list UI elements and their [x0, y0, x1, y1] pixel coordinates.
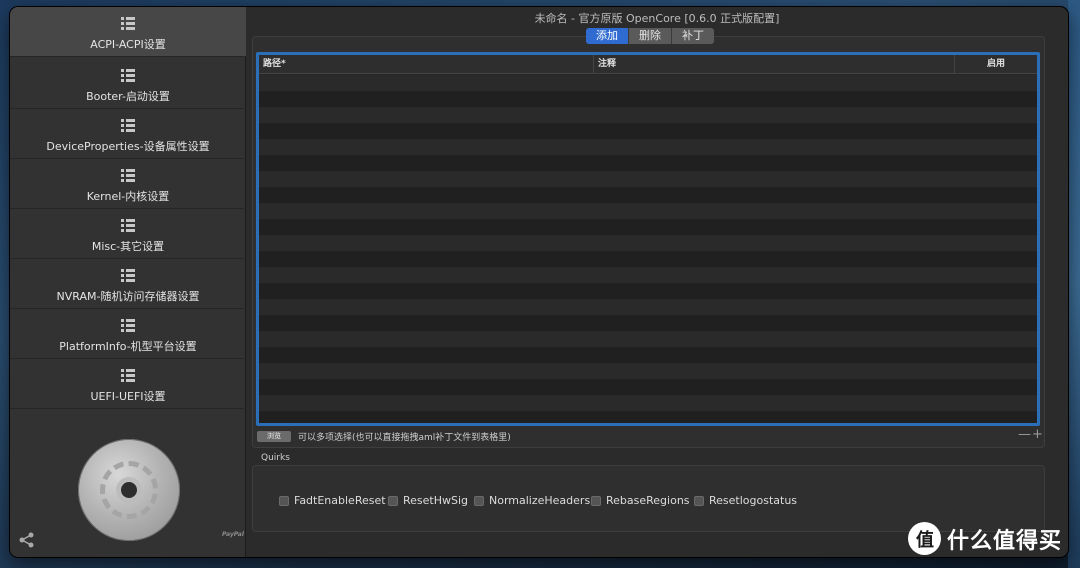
browse-button[interactable]: 浏览 [257, 431, 291, 442]
quirk-resetlogostatus[interactable]: Resetlogostatus [694, 494, 797, 507]
checkbox[interactable] [694, 495, 704, 506]
sidebar-item-acpi[interactable]: ACPI-ACPI设置 [10, 7, 246, 57]
sidebar-item-label: PlatformInfo-机型平台设置 [59, 340, 197, 353]
sidebar-item-label: Booter-启动设置 [86, 90, 170, 103]
quirk-resethwsig[interactable]: ResetHwSig [388, 494, 468, 507]
sidebar-item-nvram[interactable]: NVRAM-随机访问存储器设置 [10, 259, 246, 309]
table-rows[interactable] [259, 75, 1037, 423]
sidebar-item-deviceproperties[interactable]: DeviceProperties-设备属性设置 [10, 109, 246, 159]
quirk-rebaseregions[interactable]: RebaseRegions [591, 494, 690, 507]
quirk-label: FadtEnableReset [294, 494, 386, 507]
list-icon [121, 219, 135, 232]
opencore-logo [78, 439, 180, 541]
acpi-add-table[interactable]: 路径* 注释 启用 [256, 52, 1040, 426]
list-icon [121, 369, 135, 382]
column-header-comment[interactable]: 注释 [593, 55, 616, 74]
sidebar-item-label: DeviceProperties-设备属性设置 [46, 140, 210, 153]
quirks-title: Quirks [261, 453, 290, 463]
sidebar-item-label: Kernel-内核设置 [86, 190, 170, 203]
column-header-path[interactable]: 路径* [263, 55, 286, 74]
sidebar-item-label: UEFI-UEFI设置 [90, 390, 166, 403]
tab-add[interactable]: 添加 [586, 28, 629, 44]
share-icon[interactable] [18, 531, 36, 549]
quirk-label: Resetlogostatus [709, 494, 798, 507]
quirk-normalizeheaders[interactable]: NormalizeHeaders [474, 494, 590, 507]
column-header-enabled[interactable]: 启用 [954, 55, 1037, 74]
sidebar-item-label: ACPI-ACPI设置 [90, 38, 166, 51]
watermark: 值 什么值得买 [908, 522, 1062, 555]
quirk-label: ResetHwSig [403, 494, 469, 507]
sidebar-item-kernel[interactable]: Kernel-内核设置 [10, 159, 246, 209]
list-icon [121, 169, 135, 182]
checkbox[interactable] [388, 495, 398, 506]
list-icon [121, 69, 135, 82]
list-icon [121, 17, 135, 30]
add-remove-row-buttons[interactable]: —+ [1018, 427, 1044, 442]
checkbox[interactable] [591, 495, 601, 506]
checkbox[interactable] [474, 495, 484, 506]
segmented-control: 添加 删除 补丁 [586, 28, 714, 44]
list-icon [121, 119, 135, 132]
sidebar-item-misc[interactable]: Misc-其它设置 [10, 209, 246, 259]
sidebar-item-label: Misc-其它设置 [91, 240, 165, 253]
table-header: 路径* 注释 启用 [259, 55, 1037, 74]
quirk-label: RebaseRegions [606, 494, 690, 507]
drag-hint-text: 可以多项选择(也可以直接拖拽aml补丁文件到表格里) [298, 433, 511, 443]
list-icon [121, 269, 135, 282]
checkbox[interactable] [279, 495, 289, 506]
sidebar-item-platforminfo[interactable]: PlatformInfo-机型平台设置 [10, 309, 246, 359]
sidebar-item-uefi[interactable]: UEFI-UEFI设置 [10, 359, 246, 409]
watermark-text: 什么值得买 [947, 528, 1063, 554]
tab-delete[interactable]: 删除 [629, 28, 672, 44]
quirk-label: NormalizeHeaders [489, 494, 591, 507]
list-icon [121, 319, 135, 332]
tab-patch[interactable]: 补丁 [672, 28, 714, 44]
sidebar-item-label: NVRAM-随机访问存储器设置 [56, 290, 200, 303]
watermark-badge: 值 [908, 522, 941, 555]
paypal-logo[interactable]: PayPal [222, 531, 244, 538]
sidebar-item-booter[interactable]: Booter-启动设置 [10, 59, 246, 109]
quirk-fadtenablereset[interactable]: FadtEnableReset [279, 494, 386, 507]
desktop-wallpaper [1068, 0, 1080, 568]
sidebar: ACPI-ACPI设置 Booter-启动设置 DeviceProperties… [10, 7, 246, 557]
